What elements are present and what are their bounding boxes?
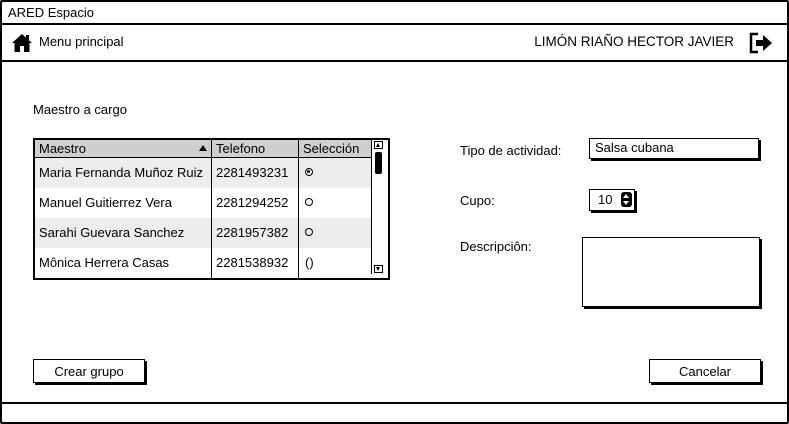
cell-seleccion: () (298, 248, 371, 278)
column-header-maestro[interactable]: Maestro (35, 140, 211, 157)
cupo-label: Cupo: (460, 193, 495, 208)
cell-telefono: 2281538932 (211, 248, 298, 278)
tipo-actividad-label: Tipo de actividad: (460, 143, 562, 158)
column-header-seleccion[interactable]: Selección (298, 140, 371, 157)
stepper-arrows-icon[interactable] (621, 192, 632, 207)
table-row[interactable]: Manuel Guitierrez Vera 2281294252 (35, 188, 371, 218)
scroll-thumb[interactable] (375, 152, 382, 174)
cell-telefono: 2281493231 (211, 158, 298, 188)
scroll-up-icon[interactable] (374, 141, 383, 149)
cell-maestro: Mônica Herrera Casas (39, 255, 170, 270)
maestro-section-label: Maestro a cargo (33, 102, 127, 117)
column-header-telefono[interactable]: Telefono (211, 140, 298, 157)
stepper-down-icon[interactable] (623, 201, 629, 205)
table-row[interactable]: Maria Fernanda Muñoz Ruiz 2281493231 (35, 158, 371, 188)
maestros-table: Maestro Telefono Selección Maria Fernand… (33, 138, 390, 280)
cell-seleccion (298, 158, 371, 188)
user-name: LIMÓN RIAÑO HECTOR JAVIER (534, 34, 734, 49)
select-radio-text[interactable]: () (305, 248, 314, 278)
status-bar (2, 402, 787, 422)
select-radio[interactable] (305, 198, 313, 206)
cell-seleccion (298, 218, 371, 248)
cell-maestro: Maria Fernanda Muñoz Ruiz (39, 165, 204, 180)
cell-telefono: 2281294252 (211, 188, 298, 218)
select-radio[interactable] (305, 168, 313, 176)
column-header-label: Maestro (39, 141, 86, 156)
cupo-stepper[interactable]: 10 (589, 189, 635, 211)
select-radio[interactable] (305, 228, 313, 236)
table-scrollbar[interactable] (371, 140, 385, 274)
window-title: ARED Espacio (2, 2, 787, 25)
cell-seleccion (298, 188, 371, 218)
table-header: Maestro Telefono Selección (35, 140, 371, 158)
cell-maestro: Sarahi Guevara Sanchez (39, 225, 185, 240)
table-row[interactable]: Mônica Herrera Casas 2281538932 () (35, 248, 371, 278)
crear-grupo-button[interactable]: Crear grupo (33, 359, 145, 383)
menu-principal-link[interactable]: Menu principal (39, 34, 124, 49)
top-navbar: Menu principal LIMÓN RIAÑO HECTOR JAVIER (2, 25, 787, 62)
app-window: ARED Espacio Menu principal LIMÓN RIAÑO … (0, 0, 789, 424)
cell-maestro: Manuel Guitierrez Vera (39, 195, 172, 210)
descripcion-textarea[interactable] (582, 237, 760, 307)
home-icon[interactable] (11, 33, 33, 53)
stepper-up-icon[interactable] (623, 194, 629, 198)
tipo-actividad-input[interactable]: Salsa cubana (589, 138, 759, 159)
scroll-down-icon[interactable] (374, 265, 383, 273)
cell-telefono: 2281957382 (211, 218, 298, 248)
descripcion-label: Descripciôn: (460, 239, 532, 254)
sort-ascending-icon[interactable] (199, 145, 207, 151)
cupo-value: 10 (598, 192, 613, 207)
table-row[interactable]: Sarahi Guevara Sanchez 2281957382 (35, 218, 371, 248)
cancelar-button[interactable]: Cancelar (649, 359, 761, 383)
logout-icon[interactable] (749, 32, 773, 54)
